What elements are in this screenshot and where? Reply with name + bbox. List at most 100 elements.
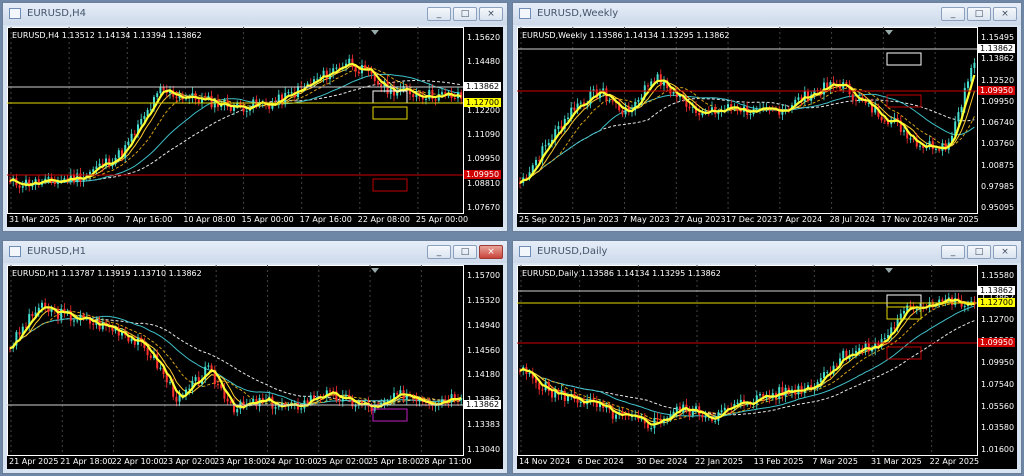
close-button[interactable]: ×: [479, 7, 503, 21]
price-axis-label: 1.07670: [467, 203, 501, 212]
price-axis-label: 0.97985: [981, 181, 1015, 191]
time-axis-label: 17 Apr 16:00: [299, 215, 352, 224]
time-axis-label: 23 Apr 02:00: [162, 457, 216, 466]
price-chart[interactable]: 1.155801.138621.127001.115601.099501.075…: [517, 265, 1017, 469]
chart-window-daily[interactable]: EURUSD,Daily _ □ × 1.15580 1.13862 1.12700…: [512, 240, 1022, 474]
price-axis-label: 1.14560: [467, 345, 501, 355]
chart-canvas: [517, 265, 978, 456]
symbol-info: EURUSD,H4 1.13512 1.14134 1.13394 1.1386…: [12, 31, 202, 40]
time-axis-label: 22 Apr 08:00: [357, 215, 410, 224]
price-axis-label: 1.09950: [467, 154, 501, 164]
time-axis-label: 31 Mar 2025: [9, 215, 60, 224]
maximize-button[interactable]: □: [967, 7, 991, 21]
minimize-button[interactable]: _: [941, 7, 965, 21]
window-title: EURUSD,Daily: [537, 246, 608, 257]
price-axis-label: 1.14180: [467, 370, 501, 380]
price-level-tag: 1.12700: [978, 298, 1016, 307]
price-axis-label: 1.07540: [981, 379, 1015, 389]
window-title: EURUSD,Weekly: [537, 8, 619, 19]
close-button[interactable]: ×: [479, 245, 503, 259]
price-level-tag: 1.13862: [464, 82, 502, 91]
price-chart[interactable]: 1.15495 1.13862 1.12520 1.09950 1.06740 1.037…: [517, 27, 1017, 227]
time-axis-label: 30 Dec 2024: [636, 457, 688, 466]
time-axis-label: 25 Sep 2022: [519, 215, 570, 224]
chart-canvas: [7, 27, 464, 214]
price-axis-label: 1.01600: [981, 445, 1015, 454]
time-axis-label: 21 Apr 2025: [9, 457, 59, 466]
time-axis-label: 25 Apr 02:00: [316, 457, 369, 466]
window-titlebar[interactable]: EURUSD,H4 _ □ ×: [3, 3, 507, 25]
time-axis-label: 7 Mar 2025: [812, 457, 858, 466]
time-axis-label: 17 Dec 2023: [726, 215, 778, 224]
time-axis-label: 7 May 2023: [622, 215, 670, 224]
minimize-button[interactable]: _: [427, 7, 451, 21]
price-axis-label: 1.15700: [467, 271, 501, 280]
price-level-tag: 1.09950: [464, 170, 502, 179]
price-axis-label: 1.09950: [981, 358, 1015, 367]
window-titlebar[interactable]: EURUSD,Daily _ □ ×: [513, 241, 1021, 263]
time-axis-label: 23 Apr 18:00: [214, 457, 267, 466]
time-axis-label: 14 Nov 2024: [519, 457, 571, 466]
time-axis-label: 27 Aug 2023: [674, 215, 726, 224]
time-axis-label: 24 Apr 10:00: [265, 457, 318, 466]
symbol-info: EURUSD,Daily 1.13586 1.14134 1.13295 1.1…: [522, 269, 721, 278]
minimize-button[interactable]: _: [941, 245, 965, 259]
chart-shift-marker-icon[interactable]: [371, 268, 379, 273]
price-axis-label: 1.06740: [981, 118, 1015, 127]
chart-window-icon: [519, 8, 531, 19]
close-button[interactable]: ×: [993, 245, 1017, 259]
chart-window-h4[interactable]: EURUSD,H4 _ □ × 1.156201.144801.133831.1…: [2, 2, 508, 232]
price-chart[interactable]: 1.156201.144801.133831.122001.110901.099…: [7, 27, 503, 227]
price-axis-label: 1.12200: [467, 105, 501, 115]
close-button[interactable]: ×: [993, 7, 1017, 21]
price-axis-label: 1.15620: [467, 33, 501, 42]
time-axis-label: 3 Apr 00:00: [67, 215, 115, 224]
price-axis-label: 1.08810: [467, 178, 501, 188]
time-axis-label: 28 Apr 11:00: [419, 457, 472, 466]
time-axis-label: 31 Mar 2025: [871, 457, 922, 466]
window-titlebar[interactable]: EURUSD,Weekly _ □ ×: [513, 3, 1021, 25]
chart-window-weekly[interactable]: EURUSD,Weekly _ □ × 1.15495 1.13862 1.1252…: [512, 2, 1022, 232]
price-axis-label: 1.12700: [981, 314, 1015, 324]
price-axis-label: 1.05560: [981, 401, 1015, 411]
price-axis-label: 1.15495: [981, 33, 1015, 42]
time-axis-label: 25 Apr 00:00: [415, 215, 469, 224]
time-axis-label: 28 Jul 2024: [829, 215, 875, 224]
chart-canvas: [517, 27, 978, 214]
price-chart[interactable]: 1.15700 1.15320 1.14940 1.14560 1.14180 1.138…: [7, 265, 503, 469]
price-level-tag: 1.09950: [978, 338, 1016, 347]
chart-window-icon: [519, 246, 531, 257]
price-axis-label: 1.11090: [467, 130, 501, 140]
time-axis-label: 15 Apr 00:00: [241, 215, 294, 224]
price-axis-label: 1.14940: [467, 320, 501, 330]
maximize-button[interactable]: □: [967, 245, 991, 259]
chart-window-icon: [9, 8, 21, 19]
price-axis-label: 1.13862: [981, 54, 1015, 64]
chart-shift-marker-icon[interactable]: [885, 30, 893, 35]
maximize-button[interactable]: □: [453, 245, 477, 259]
price-axis-label: 1.15320: [467, 295, 501, 305]
chart-window-icon: [9, 246, 21, 257]
price-axis-label: 0.95095: [981, 203, 1015, 212]
window-titlebar[interactable]: EURUSD,H1 _ □ ×: [3, 241, 507, 263]
price-level-tag: 1.13862: [978, 286, 1016, 295]
chart-shift-marker-icon[interactable]: [371, 30, 379, 35]
price-level-tag: 1.13862: [978, 44, 1016, 53]
price-axis-label: 1.14480: [467, 57, 501, 67]
time-axis-label: 22 Jan 2025: [695, 457, 743, 466]
minimize-button[interactable]: _: [427, 245, 451, 259]
time-axis-label: 13 Feb 2025: [753, 457, 804, 466]
chart-shift-marker-icon[interactable]: [885, 268, 893, 273]
window-title: EURUSD,H1: [27, 246, 87, 257]
price-axis-label: 1.03760: [981, 139, 1015, 149]
time-axis-label: 22 Apr 10:00: [111, 457, 164, 466]
symbol-info: EURUSD,Weekly 1.13586 1.14134 1.13295 1.…: [522, 31, 730, 40]
time-axis-label: 7 Apr 2024: [777, 215, 823, 224]
price-level-tag: 1.13862: [464, 400, 502, 409]
maximize-button[interactable]: □: [453, 7, 477, 21]
price-axis-label: 1.15580: [981, 271, 1015, 280]
chart-canvas: [7, 265, 464, 456]
price-level-tag: 1.12700: [464, 98, 502, 107]
chart-window-h1[interactable]: EURUSD,H1 _ □ × 1.15700 1.15320 1.14940 1.1…: [2, 240, 508, 474]
price-axis-label: 1.13040: [467, 445, 501, 454]
